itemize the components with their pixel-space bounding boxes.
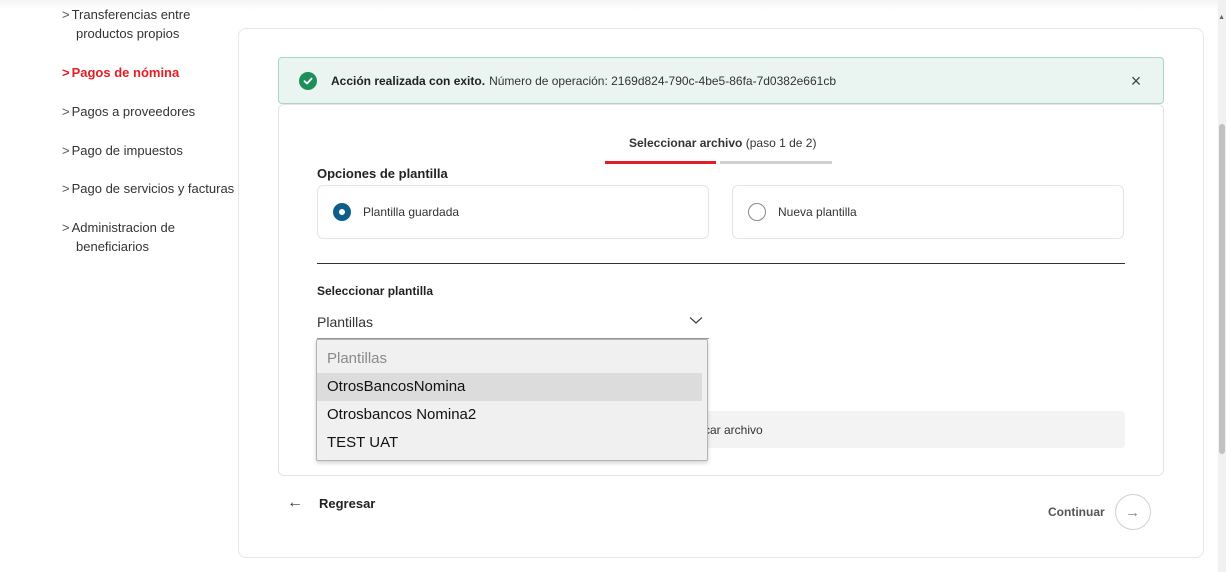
stepper-title: Seleccionar archivo (paso 1 de 2) (629, 136, 816, 150)
step-progress-active (605, 161, 716, 164)
check-circle-icon (299, 71, 317, 90)
step-progress-remaining (720, 161, 832, 164)
chevron-right-icon: > (62, 104, 70, 119)
alert-title: Acción realizada con exito. (331, 73, 486, 88)
scroll-up-icon[interactable]: ▲ (1218, 14, 1225, 21)
back-button[interactable]: ← Regresar (287, 494, 375, 512)
chevron-right-icon: > (62, 65, 70, 80)
arrow-right-icon: → (1114, 494, 1151, 530)
sidebar-item-pagos-nomina[interactable]: > Pagos de nómina (62, 63, 237, 82)
template-options-label: Opciones de plantilla (317, 166, 448, 181)
template-select[interactable]: Plantillas (317, 309, 709, 339)
close-icon[interactable]: × (1127, 72, 1145, 90)
dropdown-option-otrosbanconomina[interactable]: OtrosBancosNomina (317, 373, 702, 401)
select-template-label: Seleccionar plantilla (317, 284, 434, 298)
chevron-right-icon: > (62, 143, 70, 158)
chevron-right-icon: > (62, 7, 70, 22)
sidebar-item-pago-impuestos[interactable]: > Pago de impuestos (62, 141, 237, 160)
section-divider (317, 263, 1125, 264)
sidebar-item-label: Transferencias entre (71, 7, 191, 22)
saved-template-label: Plantilla guardada (363, 205, 460, 219)
sidebar-item-label: Pago de impuestos (71, 143, 183, 158)
sidebar-item-pagos-proveedores[interactable]: > Pagos a proveedores (62, 102, 237, 121)
sidebar-item-label-line2: productos propios (76, 26, 180, 41)
scrollbar-thumb[interactable] (1219, 124, 1225, 454)
chevron-right-icon: > (62, 220, 70, 235)
radio-selected-icon[interactable] (333, 203, 351, 221)
success-alert: Acción realizada con exito. Número de op… (278, 57, 1164, 104)
step-count: (paso 1 de 2) (745, 136, 817, 150)
chevron-right-icon: > (62, 181, 70, 196)
dropdown-option-otrosbancos-nomina2[interactable]: Otrosbancos Nomina2 (317, 401, 707, 429)
sidebar-item-label: Pagos de nómina (71, 65, 180, 80)
sidebar-item-label: Pago de servicios y facturas (71, 181, 235, 196)
back-label: Regresar (319, 495, 376, 511)
sidebar-item-transferencias[interactable]: > Transferencias entre productos propios (62, 5, 237, 43)
upload-file-field[interactable]: car archivo (690, 411, 1125, 448)
radio-unselected-icon[interactable] (748, 203, 766, 221)
new-template-label: Nueva plantilla (778, 205, 857, 219)
saved-template-option[interactable]: Plantilla guardada (317, 185, 709, 239)
dropdown-option-placeholder: Plantillas (327, 350, 388, 367)
upload-file-label: car archivo (704, 422, 763, 437)
continue-button[interactable]: Continuar → (1048, 494, 1151, 530)
template-dropdown-list: Plantillas OtrosBancosNomina Otrosbancos… (316, 339, 708, 461)
template-select-value: Plantillas (317, 314, 374, 330)
sidebar-item-label-line2: beneficiarios (76, 239, 149, 254)
sidebar-item-beneficiarios[interactable]: > Administracion de beneficiarios (62, 218, 237, 256)
continue-label: Continuar (1048, 505, 1105, 519)
sidebar-item-pago-servicios[interactable]: > Pago de servicios y facturas (62, 179, 237, 198)
chevron-down-icon (689, 313, 703, 327)
dropdown-option-test-uat[interactable]: TEST UAT (317, 429, 707, 457)
sidebar-item-label: Pagos a proveedores (71, 104, 196, 119)
step-name: Seleccionar archivo (629, 136, 743, 150)
arrow-left-icon: ← (287, 494, 303, 511)
sidebar-item-label: Administracion de (71, 220, 175, 235)
alert-message: Número de operación: 2169d824-790c-4be5-… (489, 73, 836, 88)
new-template-option[interactable]: Nueva plantilla (732, 185, 1124, 239)
